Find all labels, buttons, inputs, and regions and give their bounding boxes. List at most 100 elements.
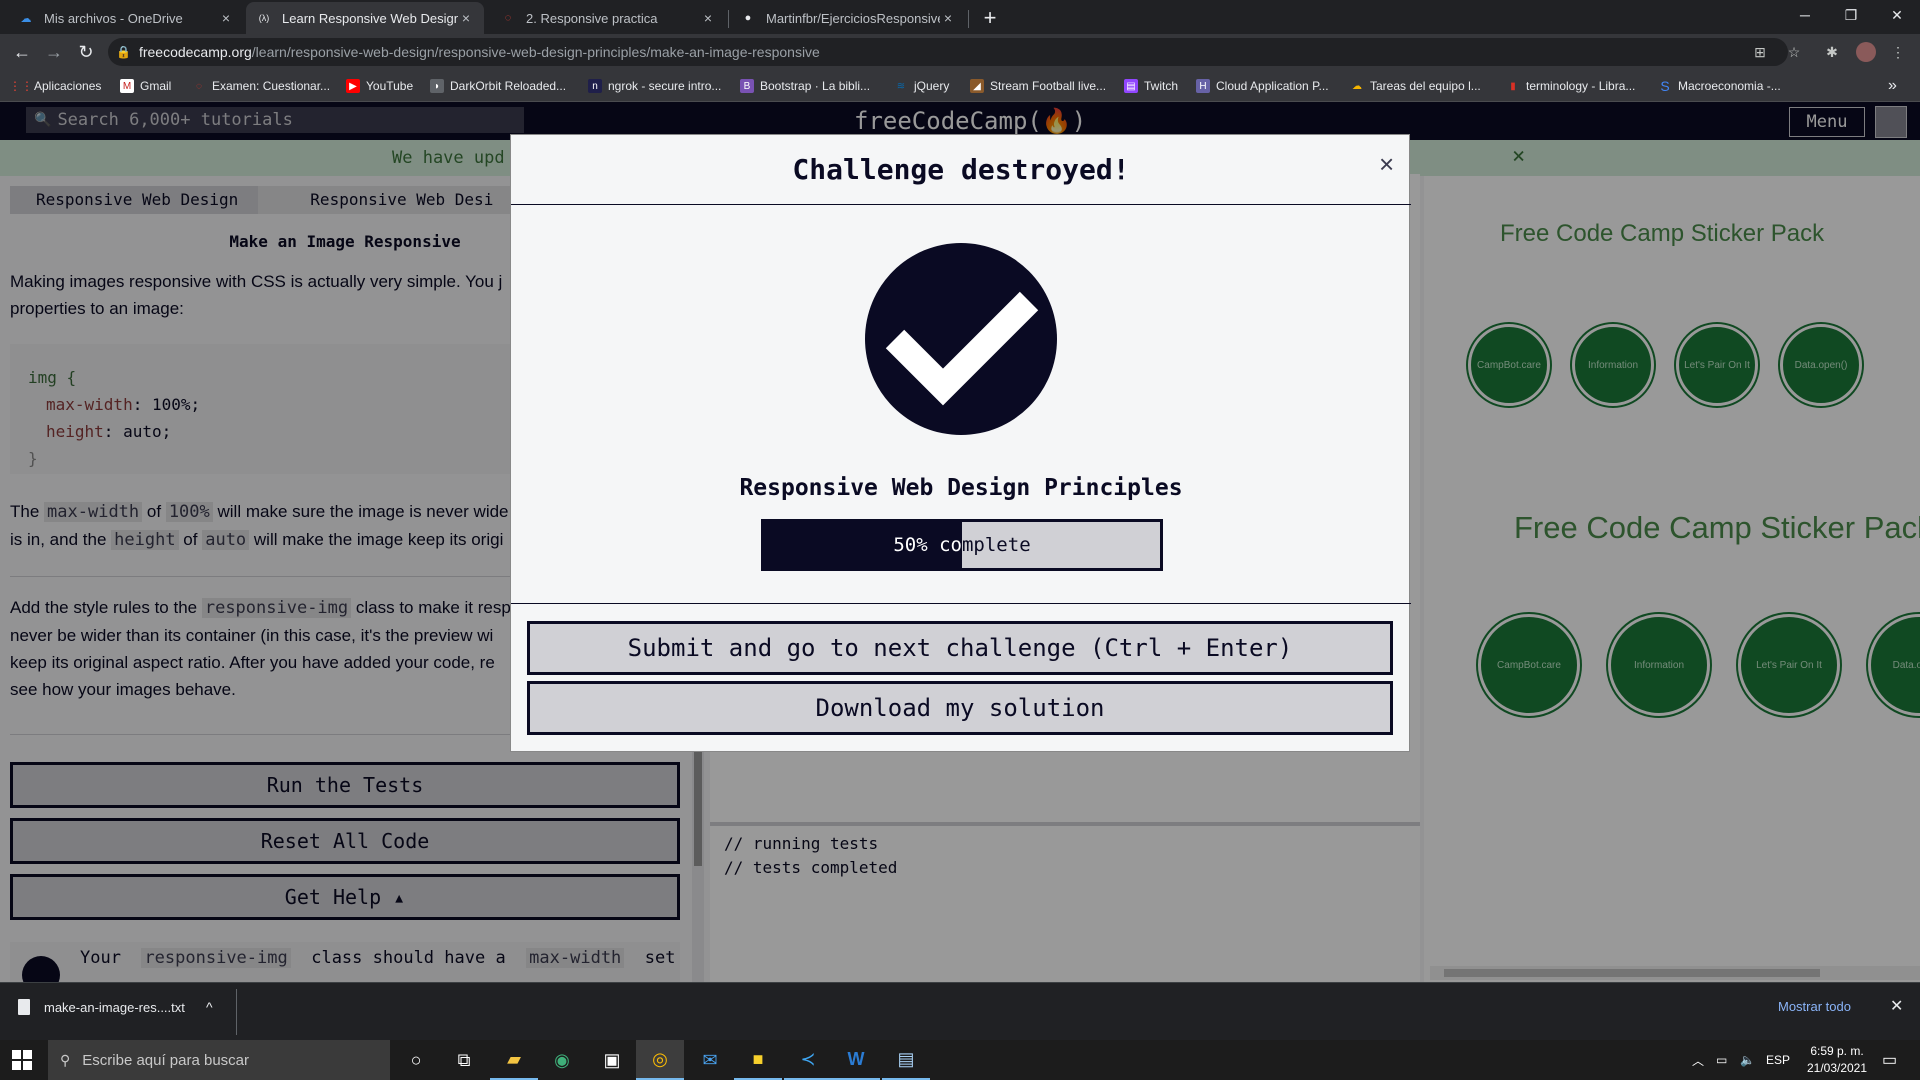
heroku-icon: H <box>1196 79 1210 93</box>
bookmark-twitch[interactable]: ▤ Twitch <box>1124 78 1178 94</box>
close-tab-icon[interactable]: × <box>218 10 234 26</box>
forward-arrow-icon[interactable]: → <box>40 38 68 66</box>
cortana-icon[interactable]: ○ <box>392 1040 440 1080</box>
close-tab-icon[interactable]: × <box>940 10 956 26</box>
page-viewport: 🔍 Search 6,000+ tutorials freeCodeCamp(🔥… <box>0 102 1920 982</box>
darkorbit-icon: ◗ <box>430 79 444 93</box>
address-bar[interactable]: 🔒 freecodecamp.org/learn/responsive-web-… <box>108 38 1788 66</box>
bookmark-macroeconomia[interactable]: S Macroeconomia -... <box>1658 78 1780 94</box>
store-icon[interactable]: ▣ <box>588 1040 636 1080</box>
star-icon[interactable]: ☆ <box>1784 42 1804 62</box>
edge-icon[interactable]: ◉ <box>538 1040 586 1080</box>
tray-overflow-icon[interactable]: ︿ <box>1692 1040 1704 1080</box>
modal-divider <box>511 603 1411 604</box>
sharepoint-icon: S <box>1660 78 1670 94</box>
bootstrap-icon: B <box>740 79 754 93</box>
restore-button[interactable]: ❐ <box>1828 0 1874 30</box>
extensions-icon[interactable]: ✱ <box>1822 42 1842 62</box>
tab-strip: ☁ Mis archivos - OneDrive × (λ) Learn Re… <box>0 0 1920 34</box>
volume-icon[interactable]: 🔈 <box>1740 1040 1755 1080</box>
address-host: freecodecamp.org <box>138 44 252 60</box>
notepad-icon[interactable]: ▤ <box>882 1040 930 1080</box>
close-tab-icon[interactable]: × <box>458 10 474 26</box>
windows-taskbar: ⚲ Escribe aquí para buscar ○ ⧉ ▰ ◉ ▣ ◎ ✉… <box>0 1040 1920 1080</box>
bookmarks-overflow-icon[interactable]: » <box>1888 77 1897 94</box>
bookmark-bootstrap[interactable]: B Bootstrap · La bibli... <box>740 78 870 94</box>
modal-title: Challenge destroyed! <box>792 153 1130 186</box>
kebab-menu-icon[interactable]: ⋮ <box>1888 42 1908 62</box>
twitch-icon: ▤ <box>1124 79 1138 93</box>
back-arrow-icon[interactable]: ← <box>8 38 36 66</box>
browser-toolbar: ← → ↻ 🔒 freecodecamp.org/learn/responsiv… <box>0 34 1920 70</box>
progress-bar: 50% complete 50% complete <box>761 519 1163 571</box>
tab-freecodecamp[interactable]: (λ) Learn Responsive Web Design Pr × <box>246 2 484 34</box>
lock-icon: 🔒 <box>116 45 131 59</box>
ngrok-icon: n <box>588 79 602 93</box>
download-item[interactable]: make-an-image-res....txt <box>18 999 185 1015</box>
tab-separator <box>968 10 969 28</box>
file-explorer-icon[interactable]: ▰ <box>490 1040 538 1080</box>
clock[interactable]: 6:59 p. m. 21/03/2021 <box>1804 1043 1870 1077</box>
divider <box>236 989 237 1035</box>
gmail-icon: M <box>120 79 134 93</box>
file-icon <box>18 999 30 1015</box>
clock-time: 6:59 p. m. <box>1810 1044 1864 1058</box>
show-all-downloads-link[interactable]: Mostrar todo <box>1778 999 1851 1014</box>
bookmark-gmail[interactable]: M Gmail <box>120 78 171 94</box>
download-solution-button[interactable]: Download my solution <box>527 681 1393 735</box>
reload-icon[interactable]: ↻ <box>72 38 100 66</box>
bookmark-darkorbit[interactable]: ◗ DarkOrbit Reloaded... <box>430 78 566 94</box>
bookmark-terminology[interactable]: ▮ terminology - Libra... <box>1506 78 1635 94</box>
tab-separator <box>728 10 729 28</box>
window-close-button[interactable]: ✕ <box>1874 0 1920 30</box>
bookmark-apps[interactable]: ⋮⋮ Aplicaciones <box>9 78 101 94</box>
challenge-complete-modal: Challenge destroyed! × Responsive Web De… <box>510 134 1411 752</box>
superblock-title: Responsive Web Design Principles <box>739 475 1183 501</box>
bookmark-tareas[interactable]: ☁ Tareas del equipo l... <box>1350 78 1481 94</box>
vscode-icon[interactable]: ≺ <box>784 1040 832 1080</box>
bookmark-examen[interactable]: ◌ Examen: Cuestionar... <box>192 78 330 94</box>
bookmark-heroku[interactable]: H Cloud Application P... <box>1196 78 1329 94</box>
success-check-icon <box>865 243 1057 435</box>
chevron-up-icon[interactable]: ^ <box>206 999 213 1015</box>
download-filename: make-an-image-res....txt <box>44 999 185 1015</box>
library-icon: ▮ <box>1510 80 1516 92</box>
github-icon: ● <box>744 12 752 24</box>
bookmark-jquery[interactable]: ≋ jQuery <box>894 78 950 94</box>
close-tab-icon[interactable]: × <box>700 10 716 26</box>
close-download-bar-icon[interactable]: ✕ <box>1890 996 1903 1016</box>
windows-start-icon[interactable] <box>12 1050 32 1070</box>
word-icon[interactable]: W <box>832 1040 880 1080</box>
freecodecamp-icon: (λ) <box>258 13 270 23</box>
progress-fill: 50% complete <box>764 522 962 568</box>
task-view-icon[interactable]: ⧉ <box>440 1040 488 1080</box>
sticky-notes-icon[interactable]: ■ <box>734 1040 782 1080</box>
minimize-button[interactable]: ─ <box>1782 0 1828 30</box>
submit-next-button[interactable]: Submit and go to next challenge (Ctrl + … <box>527 621 1393 675</box>
network-icon[interactable]: ▭ <box>1716 1040 1727 1080</box>
tab-onedrive[interactable]: ☁ Mis archivos - OneDrive × <box>8 2 244 34</box>
football-icon: ◢ <box>970 79 984 93</box>
apps-icon: ⋮⋮ <box>9 79 33 93</box>
notifications-icon[interactable]: ▭ <box>1882 1040 1897 1080</box>
mail-icon[interactable]: ✉ <box>686 1040 734 1080</box>
onedrive-icon: ☁ <box>20 12 32 25</box>
tab-github[interactable]: ● Martinfbr/EjerciciosResponsive × <box>730 2 966 34</box>
search-icon: ⚲ <box>60 1051 71 1068</box>
translate-icon[interactable]: ⊞ <box>1750 42 1770 62</box>
bookmark-ngrok[interactable]: n ngrok - secure intro... <box>588 78 721 94</box>
tasks-icon: ☁ <box>1352 80 1362 92</box>
language-indicator[interactable]: ESP <box>1766 1040 1790 1080</box>
clock-date: 21/03/2021 <box>1806 1061 1868 1075</box>
profile-avatar[interactable] <box>1856 42 1876 62</box>
moodle-icon: ◌ <box>196 80 202 92</box>
taskbar-search-input[interactable]: ⚲ Escribe aquí para buscar <box>48 1040 390 1080</box>
bookmark-youtube[interactable]: ▶ YouTube <box>346 78 413 94</box>
modal-close-icon[interactable]: × <box>1379 149 1394 180</box>
chrome-icon[interactable]: ◎ <box>636 1040 684 1080</box>
download-bar: make-an-image-res....txt ^ Mostrar todo … <box>0 982 1920 1040</box>
new-tab-button[interactable]: + <box>976 4 1004 32</box>
checkmark-svg <box>885 291 1039 406</box>
tab-responsive-practica[interactable]: ◌ 2. Responsive practica × <box>490 2 726 34</box>
bookmark-football[interactable]: ◢ Stream Football live... <box>970 78 1106 94</box>
